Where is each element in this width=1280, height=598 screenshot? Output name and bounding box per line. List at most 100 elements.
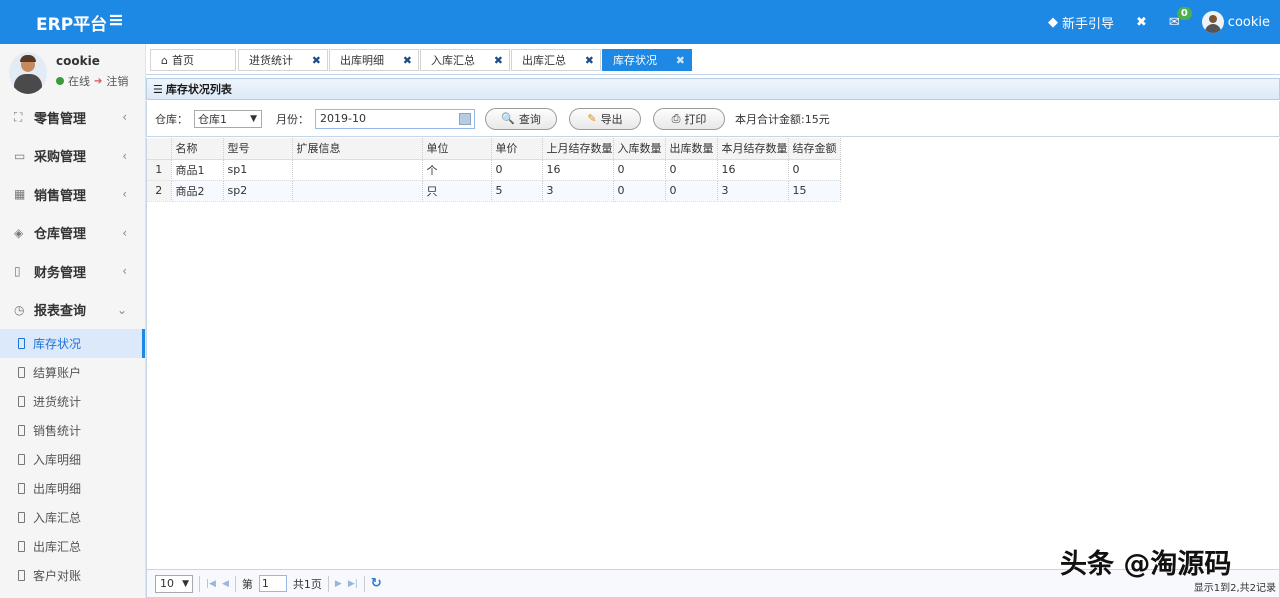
hamburger-icon[interactable]: ≡	[108, 9, 124, 31]
row-number: 1	[147, 159, 172, 181]
sidebar-item-reports[interactable]: ◷ 报表查询 ⌄	[0, 291, 145, 330]
table-row[interactable]: 2 商品2 sp2 只 5 3 0 0 3 15	[147, 180, 841, 202]
table-cell: 0	[665, 180, 718, 202]
caret-down-icon: ▼	[182, 578, 189, 589]
file-icon	[18, 512, 25, 523]
sidebar-item-warehouse[interactable]: ◈ 仓库管理 ‹	[0, 214, 145, 253]
clock-icon: ◷	[14, 302, 25, 317]
column-header[interactable]: 名称	[171, 138, 224, 160]
export-button[interactable]: ✎ 导出	[569, 107, 641, 130]
sidebar-subitem-outbound-summary[interactable]: 出库汇总	[0, 532, 145, 561]
avatar	[1201, 11, 1224, 33]
tab-outbound-detail[interactable]: 出库明细 ✖	[329, 49, 419, 71]
column-header[interactable]: 本月结存数量	[717, 138, 789, 160]
sidebar-subitem-outbound-detail[interactable]: 出库明细	[0, 474, 145, 503]
tab-inventory-status[interactable]: 库存状况 ✖	[602, 49, 692, 71]
column-header[interactable]: 单位	[422, 138, 492, 160]
sidebar-subitem-sales-stats[interactable]: 销售统计	[0, 416, 145, 445]
tab-home[interactable]: ⌂ 首页	[150, 49, 236, 71]
page-number-input[interactable]: 1	[258, 575, 287, 592]
sidebar-subitem-inventory-status[interactable]: 库存状况	[0, 329, 145, 358]
row-number-header	[147, 138, 172, 160]
chevron-left-icon: ‹	[122, 225, 127, 240]
sidebar-item-finance[interactable]: ▯ 财务管理 ‹	[0, 252, 145, 291]
table-cell	[292, 180, 423, 202]
refresh-icon[interactable]: ↻	[371, 576, 382, 591]
fullscreen-icon[interactable]: ✖	[1136, 15, 1147, 30]
table-cell: 16	[542, 159, 614, 181]
table-cell: sp2	[223, 180, 293, 202]
first-page-icon[interactable]: |◀	[206, 579, 216, 589]
table-cell: 只	[422, 180, 492, 202]
column-header[interactable]: 型号	[223, 138, 293, 160]
tab-outbound-summary[interactable]: 出库汇总 ✖	[511, 49, 601, 71]
table-cell: sp1	[223, 159, 293, 181]
table-cell: 商品1	[171, 159, 224, 181]
warehouse-select[interactable]: 仓库1 ▼	[194, 109, 262, 128]
sidebar-item-retail[interactable]: ⛶ 零售管理 ‹	[0, 98, 145, 137]
print-button[interactable]: ⎙ 打印	[653, 107, 725, 130]
column-header[interactable]: 入库数量	[613, 138, 666, 160]
page-size-select[interactable]: 10 ▼	[155, 574, 193, 593]
file-icon	[18, 483, 25, 494]
sidebar-item-sales[interactable]: ▦ 销售管理 ‹	[0, 175, 145, 214]
chevron-left-icon: ‹	[122, 187, 127, 202]
month-input[interactable]: 2019-10	[315, 108, 475, 129]
pagination-info: 显示1到2,共2记录	[1193, 583, 1276, 594]
table-header-row: 名称 型号 扩展信息 单位 单价 上月结存数量 入库数量 出库数量 本月结存数量…	[147, 138, 841, 160]
table-row[interactable]: 1 商品1 sp1 个 0 16 0 0 16 0	[147, 159, 841, 181]
online-status-icon	[56, 77, 64, 85]
file-icon	[18, 541, 25, 552]
online-status-label: 在线	[68, 75, 90, 88]
column-header[interactable]: 扩展信息	[292, 138, 423, 160]
brand-logo[interactable]: ERP平台	[36, 10, 107, 35]
table-cell: 0	[613, 159, 666, 181]
row-number: 2	[147, 180, 172, 202]
sidebar-subitem-settlement-account[interactable]: 结算账户	[0, 358, 145, 387]
message-button[interactable]: ✉ 0	[1169, 6, 1192, 30]
close-icon[interactable]: ✖	[403, 54, 412, 67]
panel-header: ☰ 库存状况列表	[146, 78, 1280, 100]
column-header[interactable]: 出库数量	[665, 138, 718, 160]
book-icon: ▯	[14, 264, 21, 279]
chevron-down-icon: ⌄	[116, 302, 127, 317]
sidebar-item-purchase[interactable]: ▭ 采购管理 ‹	[0, 137, 145, 176]
diamond-icon: ◆	[1047, 14, 1058, 30]
column-header[interactable]: 单价	[491, 138, 543, 160]
warehouse-label: 仓库：	[155, 112, 188, 126]
next-page-icon[interactable]: ▶	[335, 579, 342, 589]
calendar-icon[interactable]	[459, 112, 471, 125]
panel-title: 库存状况列表	[165, 83, 232, 96]
chevron-left-icon: ‹	[122, 110, 127, 125]
close-icon[interactable]: ✖	[494, 54, 503, 67]
prev-page-icon[interactable]: ◀	[222, 579, 229, 589]
monitor-icon: ▭	[14, 148, 26, 163]
total-amount: 本月合计金额:15元	[735, 112, 830, 126]
logout-link[interactable]: 注销	[106, 73, 128, 89]
list-icon: ☰	[153, 82, 163, 96]
close-icon[interactable]: ✖	[312, 54, 321, 67]
file-icon	[18, 367, 25, 378]
sidebar-subitem-customer-reconcile[interactable]: 客户对账	[0, 561, 145, 590]
sidebar-subitem-purchase-stats[interactable]: 进货统计	[0, 387, 145, 416]
close-icon[interactable]: ✖	[676, 54, 685, 67]
table-cell: 5	[491, 180, 543, 202]
sidebar: cookie 在线 ➔ 注销 ⛶ 零售管理 ‹ ▭ 采购管理 ‹ ▦ 销售管理 …	[0, 44, 146, 598]
tab-purchase-stats[interactable]: 进货统计 ✖	[238, 49, 328, 71]
tab-inbound-summary[interactable]: 入库汇总 ✖	[420, 49, 510, 71]
home-icon: ⌂	[161, 53, 168, 67]
last-page-icon[interactable]: ▶|	[348, 579, 358, 589]
sidebar-subitem-inbound-detail[interactable]: 入库明细	[0, 445, 145, 474]
guide-link[interactable]: ◆ 新手引导	[1048, 13, 1114, 32]
page-prefix: 第	[241, 577, 253, 591]
table-cell: 0	[788, 159, 841, 181]
user-menu[interactable]: cookie	[1201, 11, 1270, 33]
logout-icon[interactable]: ➔	[94, 76, 102, 87]
column-header[interactable]: 结存金额	[788, 138, 841, 160]
close-icon[interactable]: ✖	[585, 54, 594, 67]
query-button[interactable]: 🔍 查询	[485, 107, 557, 130]
tab-bar: ⌂ 首页 进货统计 ✖ 出库明细 ✖ 入库汇总 ✖ 出库汇总 ✖ 库存状况 ✖	[146, 44, 1280, 75]
sidebar-subitem-inbound-summary[interactable]: 入库汇总	[0, 503, 145, 532]
table-cell: 0	[491, 159, 543, 181]
column-header[interactable]: 上月结存数量	[542, 138, 614, 160]
